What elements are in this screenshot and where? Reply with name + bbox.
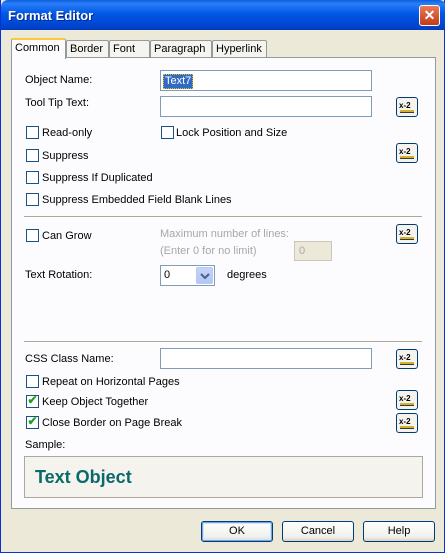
suppress-label: Suppress xyxy=(42,150,89,162)
suppress-checkbox[interactable] xyxy=(26,149,39,162)
can-grow-checkbox[interactable] xyxy=(26,229,39,242)
css-class-input[interactable] xyxy=(160,348,372,369)
close-border-formula-button[interactable]: x-2 xyxy=(396,413,418,433)
sample-label: Sample: xyxy=(25,439,66,451)
can-grow-formula-button[interactable]: x-2 xyxy=(396,224,418,244)
keep-together-checkbox[interactable]: ✔ xyxy=(26,393,39,408)
repeat-checkbox[interactable] xyxy=(26,375,39,388)
can-grow-label: Can Grow xyxy=(42,230,92,242)
formula-icon: x-2 xyxy=(399,147,414,159)
check-icon: ✔ xyxy=(27,393,38,407)
suppress-formula-button[interactable]: x-2 xyxy=(396,143,418,163)
max-lines-label: Maximum number of lines: xyxy=(160,228,289,240)
tab-border[interactable]: Border xyxy=(66,40,109,58)
close-border-checkbox[interactable]: ✔ xyxy=(26,414,39,429)
text-rotation-label: Text Rotation: xyxy=(25,269,93,281)
object-name-value: Text7 xyxy=(163,74,194,89)
tooltip-input[interactable] xyxy=(160,96,372,117)
svg-text:x-2: x-2 xyxy=(399,353,411,362)
close-button[interactable]: ✕ xyxy=(419,5,440,26)
lock-position-label: Lock Position and Size xyxy=(176,127,288,139)
close-border-label: Close Border on Page Break xyxy=(42,417,183,429)
svg-text:x-2: x-2 xyxy=(399,147,411,156)
suppress-duplicated-checkbox[interactable] xyxy=(26,171,39,184)
formula-icon: x-2 xyxy=(399,417,414,429)
read-only-checkbox[interactable] xyxy=(26,126,39,139)
svg-text:x-2: x-2 xyxy=(399,394,411,403)
suppress-blank-lines-checkbox[interactable] xyxy=(26,193,39,206)
separator-1 xyxy=(24,216,422,218)
max-lines-input[interactable]: 0 xyxy=(294,241,332,261)
close-icon: ✕ xyxy=(423,7,436,23)
svg-text:x-2: x-2 xyxy=(399,228,411,237)
tooltip-label: Tool Tip Text: xyxy=(25,97,89,109)
ok-button[interactable]: OK xyxy=(201,521,273,542)
formula-icon: x-2 xyxy=(399,394,414,406)
repeat-label: Repeat on Horizontal Pages xyxy=(42,376,180,388)
formula-icon: x-2 xyxy=(399,101,414,113)
format-editor-window: Format Editor ✕ Common Border Font Parag… xyxy=(0,0,445,553)
tab-paragraph[interactable]: Paragraph xyxy=(150,40,212,58)
text-rotation-select[interactable]: 0 xyxy=(160,265,215,286)
svg-text:x-2: x-2 xyxy=(399,101,411,110)
help-button[interactable]: Help xyxy=(363,521,435,542)
keep-together-formula-button[interactable]: x-2 xyxy=(396,390,418,410)
window-title: Format Editor xyxy=(8,8,94,23)
suppress-blank-lines-label: Suppress Embedded Field Blank Lines xyxy=(42,194,232,206)
max-lines-value: 0 xyxy=(299,245,306,257)
degrees-label: degrees xyxy=(227,269,267,281)
text-rotation-value: 0 xyxy=(164,269,171,281)
read-only-label: Read-only xyxy=(42,127,93,139)
dropdown-arrow[interactable] xyxy=(196,267,213,284)
lock-position-checkbox[interactable] xyxy=(161,126,174,139)
cancel-button[interactable]: Cancel xyxy=(282,521,354,542)
svg-text:x-2: x-2 xyxy=(399,417,411,426)
keep-together-label: Keep Object Together xyxy=(42,396,149,408)
max-lines-hint: (Enter 0 for no limit) xyxy=(160,245,257,257)
object-name-label: Object Name: xyxy=(25,74,93,86)
sample-preview: Text Object xyxy=(24,456,423,498)
separator-2 xyxy=(24,341,422,343)
css-class-formula-button[interactable]: x-2 xyxy=(396,349,418,369)
title-bar[interactable]: Format Editor ✕ xyxy=(1,0,445,30)
css-class-label: CSS Class Name: xyxy=(25,353,114,365)
tab-font[interactable]: Font xyxy=(109,40,150,58)
suppress-duplicated-label: Suppress If Duplicated xyxy=(42,172,153,184)
chevron-down-icon xyxy=(200,273,210,279)
check-icon: ✔ xyxy=(27,414,38,428)
formula-icon: x-2 xyxy=(399,228,414,240)
tab-hyperlink[interactable]: Hyperlink xyxy=(212,40,267,58)
common-tab-panel: Object Name: Text7 Tool Tip Text: x-2 Re… xyxy=(11,57,436,509)
tab-common[interactable]: Common xyxy=(11,38,66,59)
tooltip-formula-button[interactable]: x-2 xyxy=(396,97,418,117)
object-name-input[interactable]: Text7 xyxy=(160,70,372,91)
sample-text: Text Object xyxy=(35,467,132,487)
formula-icon: x-2 xyxy=(399,353,414,365)
